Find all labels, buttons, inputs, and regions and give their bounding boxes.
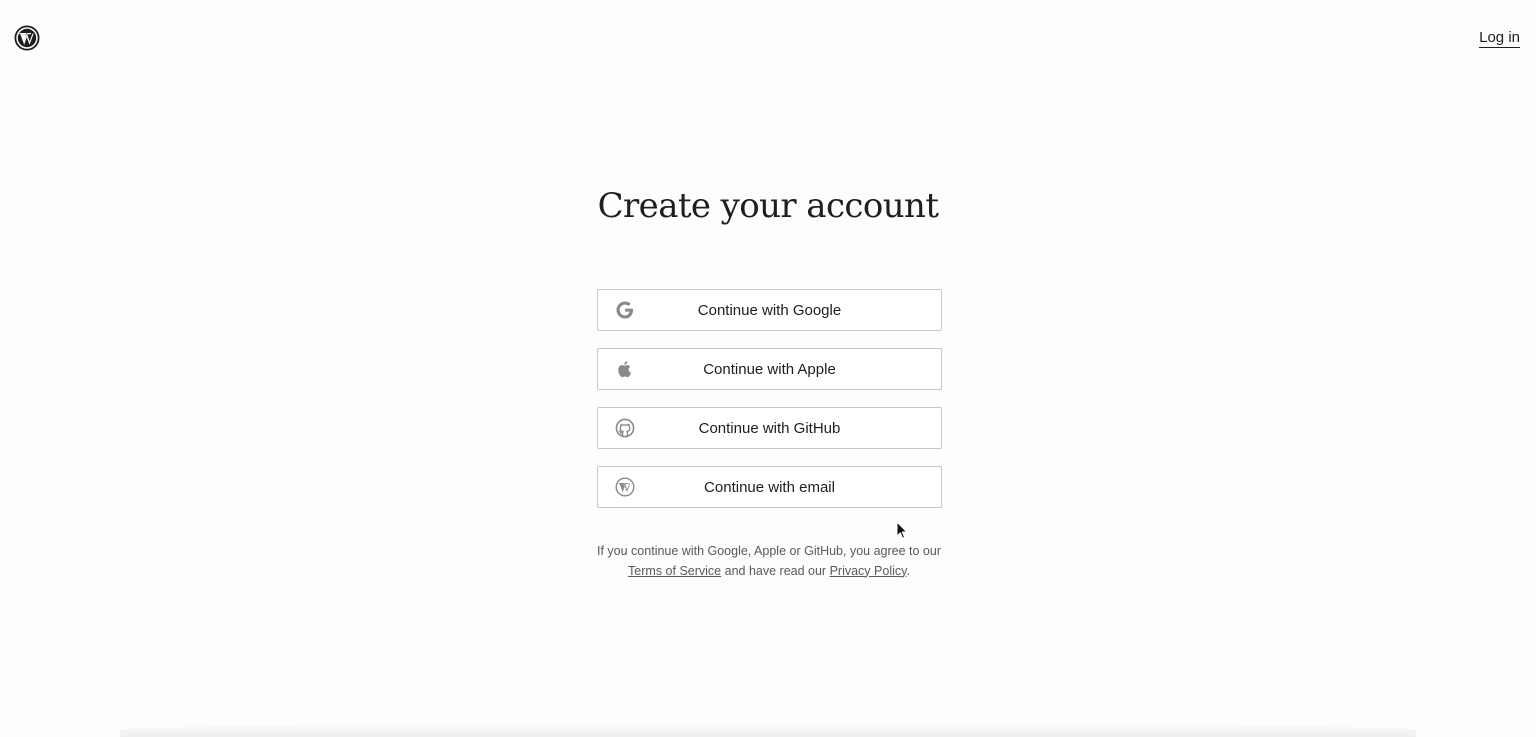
google-icon [615,300,635,320]
terms-middle: and have read our [724,563,827,578]
wordpress-icon [615,477,635,497]
continue-with-github-button[interactable]: Continue with GitHub [597,407,942,449]
continue-with-apple-button[interactable]: Continue with Apple [597,348,942,390]
bottom-shadow [120,723,1416,737]
login-link[interactable]: Log in [1479,29,1520,48]
email-button-label: Continue with email [704,478,835,496]
wordpress-logo-svg [14,25,40,51]
github-icon [615,418,635,438]
privacy-policy-link[interactable]: Privacy Policy [830,564,907,578]
apple-button-label: Continue with Apple [703,360,836,378]
signup-options: Continue with Google Continue with Apple… [597,289,942,525]
page-title: Create your account [597,186,939,226]
terms-of-service-link[interactable]: Terms of Service [628,564,721,578]
github-button-label: Continue with GitHub [698,419,841,437]
mouse-cursor-icon [896,521,908,540]
terms-prefix: If you continue with Google, Apple or Gi… [597,544,941,558]
google-button-label: Continue with Google [697,301,842,319]
wordpress-logo-icon[interactable] [14,25,40,51]
continue-with-email-button[interactable]: Continue with email [597,466,942,508]
apple-icon [615,359,635,379]
terms-suffix: . [906,563,910,578]
continue-with-google-button[interactable]: Continue with Google [597,289,942,331]
terms-notice: If you continue with Google, Apple or Gi… [590,542,948,581]
